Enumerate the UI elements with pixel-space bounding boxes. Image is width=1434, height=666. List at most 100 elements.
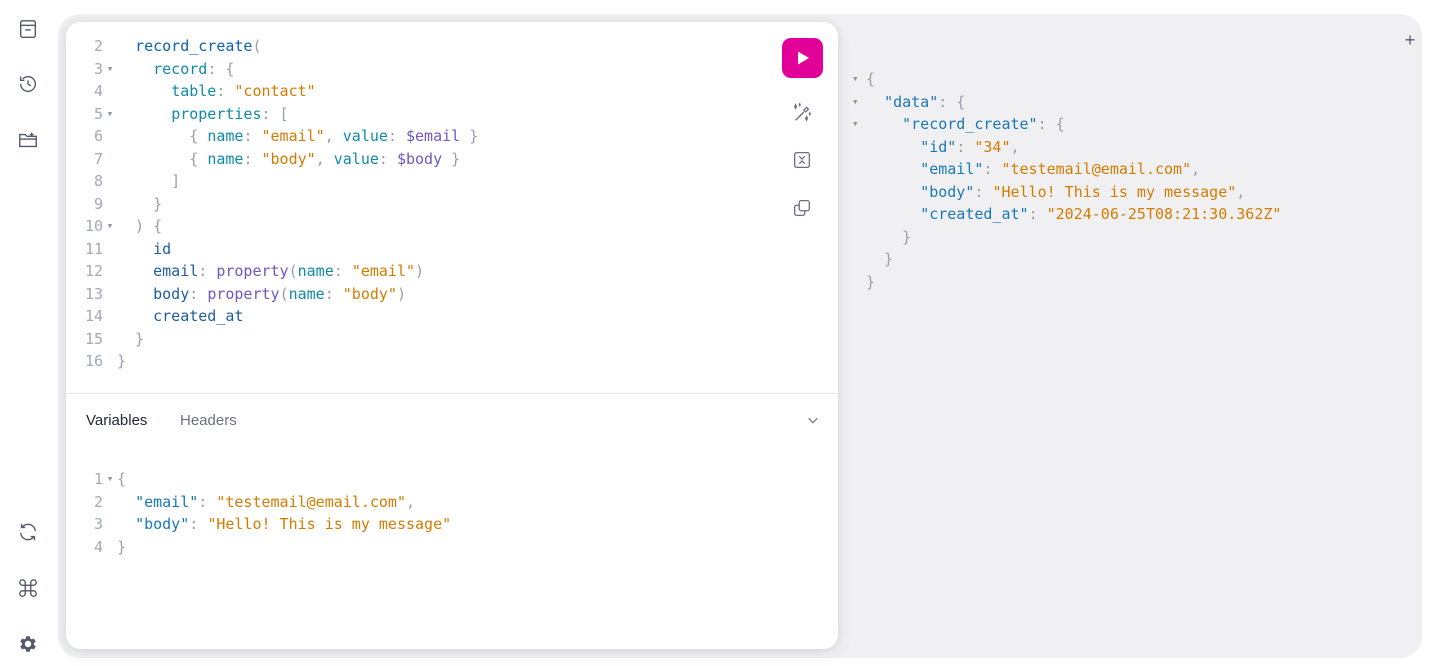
- code-token: table: [171, 82, 217, 100]
- new-tab-button[interactable]: +: [1400, 30, 1420, 50]
- code-line: 5 ▾ properties: [: [66, 103, 289, 126]
- code-text: "record_create": {: [866, 113, 1065, 136]
- code-token: name: [288, 284, 325, 303]
- code-token: body: [153, 284, 190, 303]
- code-token: }: [442, 149, 461, 168]
- code-token: :: [216, 82, 235, 100]
- code-line: 8 ]: [66, 170, 180, 193]
- line-number: 9: [93, 194, 103, 213]
- code-token: ,: [315, 149, 334, 168]
- code-token: {: [117, 127, 208, 145]
- copy-query-button[interactable]: [788, 194, 816, 222]
- code-token: "2024-06-25T08:21:30.362Z": [1046, 205, 1282, 223]
- code-token: "email": [920, 160, 984, 178]
- line-number: 1: [93, 470, 103, 488]
- fold-arrow-icon[interactable]: ▾: [846, 68, 866, 91]
- code-line: 3 ▾ record: {: [66, 58, 234, 81]
- code-token: "testemail@email.com": [1001, 160, 1192, 178]
- code-token: {: [117, 470, 127, 488]
- tab-variables[interactable]: Variables: [86, 412, 147, 429]
- line-number: 5: [93, 104, 103, 123]
- fold-arrow-icon[interactable]: ▾: [103, 468, 117, 491]
- code-token: :: [198, 492, 217, 511]
- line-number: 7: [93, 149, 103, 168]
- query-editor-panel: 2 record_create(3 ▾ record: {4 table: "co…: [66, 22, 838, 649]
- code-token: $body: [396, 149, 443, 168]
- code-token: name: [207, 149, 244, 168]
- code-token: value: [342, 127, 388, 145]
- code-token: record_create: [135, 37, 253, 55]
- code-token: }: [117, 194, 163, 213]
- fold-arrow-icon[interactable]: ▾: [103, 215, 117, 238]
- shortcuts-icon[interactable]: [16, 576, 40, 600]
- code-token: "body": [135, 515, 190, 533]
- code-line: }: [846, 226, 911, 249]
- code-line: "id": "34",: [846, 136, 1020, 159]
- line-number: 10: [84, 217, 103, 235]
- code-token: "email": [261, 127, 325, 145]
- code-token: record: [153, 59, 208, 78]
- code-token: {: [866, 70, 876, 88]
- explorer-icon[interactable]: [16, 128, 40, 152]
- code-token: "testemail@email.com": [216, 492, 406, 511]
- merge-fragments-button[interactable]: [788, 146, 816, 174]
- sidebar: [0, 0, 58, 666]
- fold-arrow-icon[interactable]: ▾: [846, 113, 866, 136]
- code-line: ▾{: [846, 68, 875, 91]
- code-token: :: [1028, 205, 1047, 223]
- settings-icon[interactable]: [16, 632, 40, 656]
- fold-arrow-icon[interactable]: ▾: [103, 58, 117, 81]
- prettify-button[interactable]: [788, 98, 816, 126]
- copy-icon: [794, 200, 810, 216]
- code-text: { name: "email", value: $email }: [117, 125, 478, 148]
- fold-arrow-icon[interactable]: ▾: [103, 103, 117, 126]
- code-line: 12 email: property(name: "email"): [66, 260, 424, 283]
- code-token: : {: [938, 92, 966, 111]
- code-token: "data": [884, 92, 939, 111]
- line-number: 3: [93, 59, 103, 78]
- code-line: ▾ "record_create": {: [846, 113, 1065, 136]
- line-number: 8: [93, 172, 103, 190]
- merge-fragments-icon: [794, 152, 810, 168]
- code-token: ) {: [117, 217, 163, 235]
- code-token: :: [378, 149, 397, 168]
- code-token: : [: [261, 104, 289, 123]
- run-query-button[interactable]: [782, 38, 823, 78]
- code-text: }: [117, 536, 126, 559]
- code-text: record_create(: [117, 35, 261, 58]
- history-icon[interactable]: [16, 72, 40, 96]
- code-line: 1 ▾{: [66, 468, 126, 491]
- line-number: 15: [84, 329, 103, 348]
- code-text: }: [117, 193, 162, 216]
- tab-headers[interactable]: Headers: [180, 412, 237, 429]
- code-token: ,: [1010, 137, 1020, 156]
- line-number: 6: [93, 127, 103, 145]
- code-line: }: [846, 271, 875, 294]
- code-token: }: [866, 250, 894, 268]
- code-token: "contact": [234, 82, 316, 100]
- code-text: table: "contact": [117, 80, 316, 103]
- code-token: :: [198, 262, 217, 280]
- code-line: 10 ▾ ) {: [66, 215, 162, 238]
- code-token: ]: [117, 172, 181, 190]
- code-text: }: [117, 328, 144, 351]
- code-token: value: [333, 149, 379, 168]
- collapse-editor-tools-button[interactable]: [803, 410, 823, 430]
- code-token: :: [189, 515, 208, 533]
- code-line: }: [846, 248, 893, 271]
- code-text: ]: [117, 170, 180, 193]
- docs-icon[interactable]: [16, 17, 40, 41]
- code-line: 7 { name: "body", value: $body }: [66, 148, 460, 171]
- chevron-down-icon: [808, 417, 818, 424]
- fold-arrow-icon[interactable]: ▾: [846, 91, 866, 114]
- code-text: "email": "testemail@email.com",: [866, 158, 1200, 181]
- refetch-icon[interactable]: [16, 520, 40, 544]
- code-line: 2 record_create(: [66, 35, 262, 58]
